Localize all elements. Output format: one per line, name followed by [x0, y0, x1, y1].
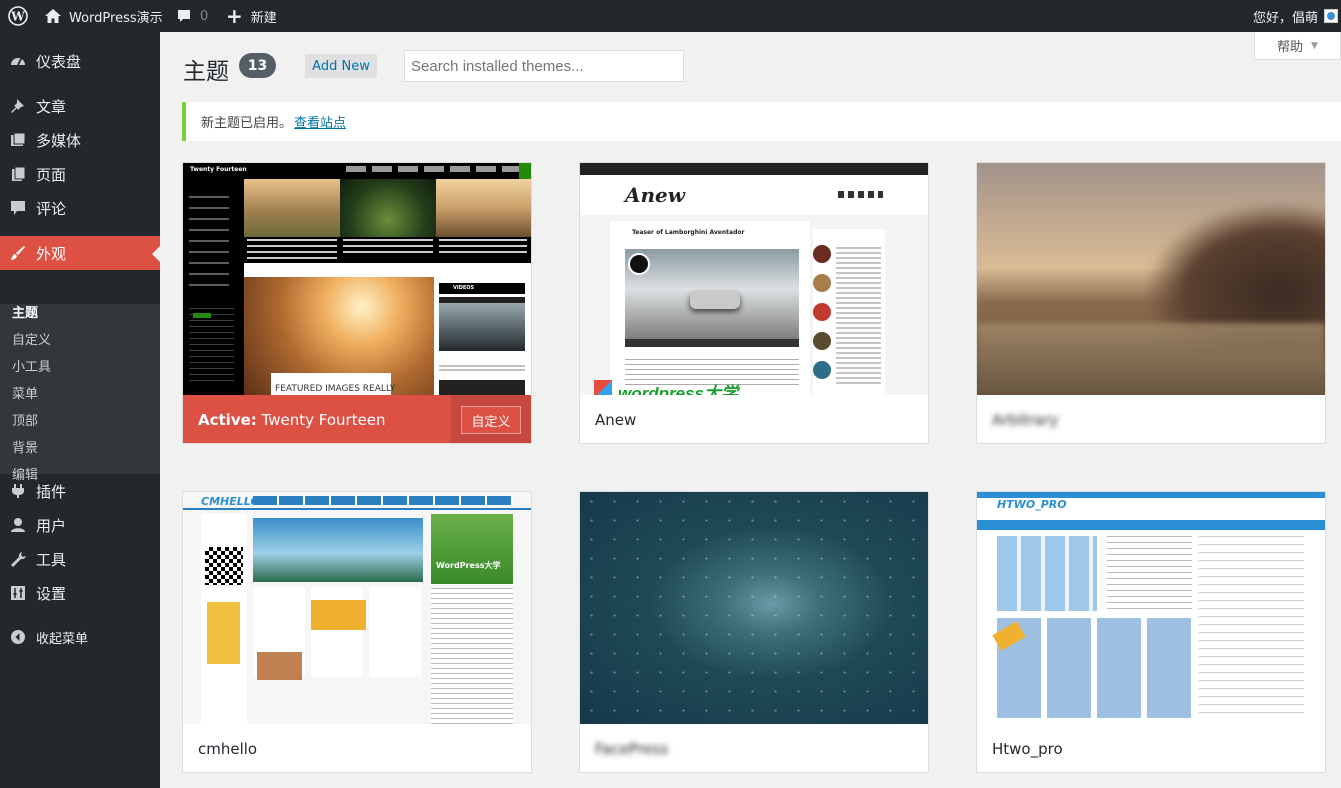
theme-screenshot: HTWO_PRO — [977, 492, 1325, 724]
wrench-icon — [0, 550, 36, 568]
my-account-link[interactable]: 您好，倡萌 — [1253, 0, 1339, 32]
menu-media[interactable]: 多媒体 — [0, 123, 160, 157]
plugin-icon — [0, 482, 36, 500]
page-title: 主题 — [183, 59, 229, 85]
menu-appearance[interactable]: 外观 — [0, 236, 160, 270]
submenu-customize[interactable]: 自定义 — [12, 331, 51, 351]
collapse-menu-button[interactable]: 收起菜单 — [0, 620, 160, 654]
home-icon — [45, 9, 61, 23]
comments-link[interactable]: 0 — [176, 0, 208, 32]
theme-card-arbitrary[interactable]: Arbitrary — [976, 162, 1326, 444]
menu-comments[interactable]: 评论 — [0, 191, 160, 225]
new-content-link[interactable]: + 新建 — [226, 0, 277, 32]
menu-tools[interactable]: 工具 — [0, 542, 160, 576]
new-label: 新建 — [250, 10, 277, 26]
menu-label: 多媒体 — [36, 131, 82, 150]
theme-card-anew[interactable]: Anew Teaser of Lamborghini Aventador wor… — [579, 162, 929, 444]
help-tab[interactable]: 帮助 ▼ — [1254, 32, 1341, 60]
theme-screenshot — [580, 492, 928, 724]
plus-icon: + — [226, 4, 243, 28]
menu-users[interactable]: 用户 — [0, 508, 160, 542]
menu-dashboard[interactable]: 仪表盘 — [0, 44, 160, 78]
active-theme-label: Active: Twenty Fourteen — [198, 411, 386, 429]
collapse-arrow-icon — [0, 628, 36, 646]
theme-name: Htwo_pro — [992, 740, 1063, 758]
theme-activated-notice: 新主题已启用。 查看站点 — [182, 102, 1341, 141]
pages-icon — [0, 165, 36, 183]
menu-settings[interactable]: 设置 — [0, 576, 160, 610]
submenu-widgets[interactable]: 小工具 — [12, 358, 51, 378]
theme-screenshot: Twenty Fourteen FEATURED IMAGES REALLY V… — [183, 163, 531, 395]
menu-label: 插件 — [36, 482, 67, 501]
admin-sidebar: 仪表盘 文章 多媒体 页面 评论 外观 主题 自定义 小工具 菜单 顶部 背景 … — [0, 32, 160, 788]
menu-label: 文章 — [36, 97, 67, 116]
site-home-link[interactable]: WordPress演示 — [44, 0, 163, 32]
menu-label: 页面 — [36, 165, 67, 184]
theme-name: FacePress — [595, 740, 669, 758]
theme-card-facepress[interactable]: FacePress — [579, 491, 929, 773]
submenu-background[interactable]: 背景 — [12, 439, 38, 459]
theme-count-badge: 13 — [239, 53, 276, 78]
menu-plugins[interactable]: 插件 — [0, 474, 160, 508]
menu-label: 收起菜单 — [36, 631, 89, 647]
search-themes-input[interactable] — [404, 50, 684, 82]
wordpress-logo-icon[interactable]: W — [8, 0, 28, 32]
submenu-header[interactable]: 顶部 — [12, 412, 38, 432]
submenu-menus[interactable]: 菜单 — [12, 385, 38, 405]
user-icon — [0, 516, 36, 534]
comment-bubble-icon — [178, 10, 190, 22]
paintbrush-icon — [0, 244, 36, 262]
theme-screenshot: Anew Teaser of Lamborghini Aventador wor… — [580, 163, 928, 395]
comments-icon — [0, 199, 36, 217]
add-new-button[interactable]: Add New — [305, 54, 377, 78]
view-site-link[interactable]: 查看站点 — [294, 112, 346, 131]
chevron-down-icon: ▼ — [1311, 40, 1318, 51]
menu-label: 用户 — [36, 516, 67, 535]
watermark-text: wordpress大学 — [618, 384, 738, 395]
menu-label: 设置 — [36, 584, 67, 603]
theme-name: cmhello — [198, 740, 258, 758]
main-content: 主题 13 Add New 帮助 ▼ 新主题已启用。 查看站点 Twenty F… — [160, 32, 1341, 788]
menu-label: 仪表盘 — [36, 52, 82, 71]
customize-button[interactable]: 自定义 — [461, 406, 521, 434]
comments-count: 0 — [200, 8, 209, 24]
theme-name: Twenty Fourteen — [261, 411, 386, 429]
media-icon — [0, 131, 36, 149]
theme-card-twenty-fourteen[interactable]: Twenty Fourteen FEATURED IMAGES REALLY V… — [182, 162, 532, 444]
submenu-themes[interactable]: 主题 — [12, 304, 38, 324]
theme-screenshot — [977, 163, 1325, 395]
theme-card-htwo-pro[interactable]: HTWO_PRO Htwo_pro — [976, 491, 1326, 773]
menu-label: 评论 — [36, 199, 67, 218]
notice-text: 新主题已启用。 — [201, 116, 293, 131]
svg-text:W: W — [10, 10, 25, 24]
theme-name: Anew — [595, 411, 637, 429]
admin-bar: W WordPress演示 0 + 新建 您好，倡萌 — [0, 0, 1341, 32]
theme-name: Arbitrary — [992, 411, 1059, 429]
appearance-submenu: 主题 自定义 小工具 菜单 顶部 背景 编辑 — [0, 304, 160, 483]
site-name: WordPress演示 — [69, 10, 163, 26]
menu-pages[interactable]: 页面 — [0, 157, 160, 191]
pushpin-icon — [0, 97, 36, 115]
menu-label: 工具 — [36, 550, 67, 569]
dashboard-icon — [0, 52, 36, 70]
menu-posts[interactable]: 文章 — [0, 89, 160, 123]
help-label: 帮助 — [1277, 40, 1304, 55]
menu-label: 外观 — [36, 244, 67, 263]
theme-screenshot: CMHELLO WordPress大学 — [183, 492, 531, 724]
theme-card-cmhello[interactable]: CMHELLO WordPress大学 cmhello — [182, 491, 532, 773]
greeting: 您好，倡萌 — [1253, 10, 1319, 26]
settings-sliders-icon — [0, 584, 36, 602]
avatar — [1324, 9, 1339, 23]
